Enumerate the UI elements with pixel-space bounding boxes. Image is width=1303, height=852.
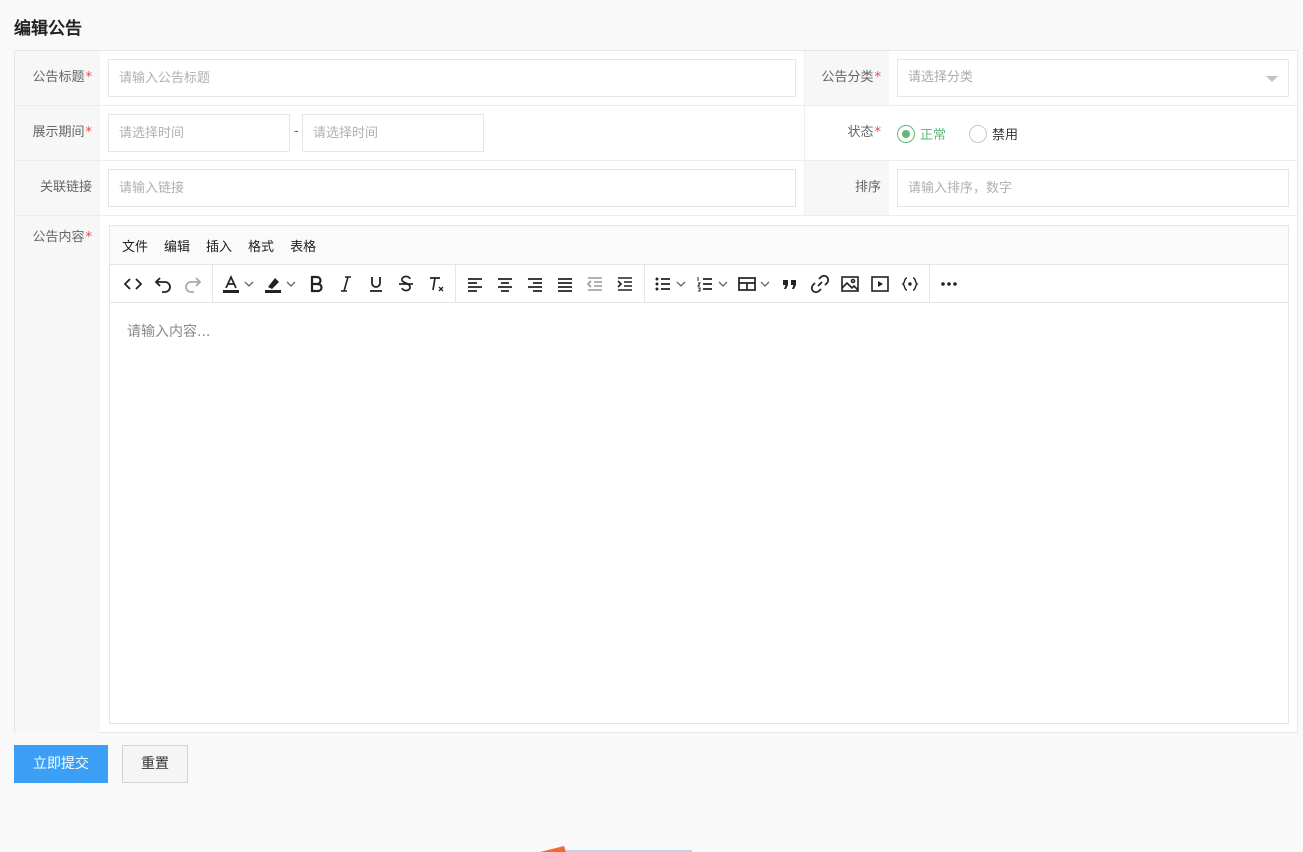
- form-row-link: 关联链接 排序: [15, 161, 1297, 216]
- menu-format[interactable]: 格式: [248, 236, 274, 255]
- highlight-icon[interactable]: [259, 269, 301, 299]
- template-icon[interactable]: [895, 269, 925, 299]
- editor-placeholder: 请输入内容...: [127, 324, 211, 340]
- italic-icon[interactable]: [331, 269, 361, 299]
- text-color-icon[interactable]: [217, 269, 259, 299]
- period-label: 展示期间*: [15, 106, 100, 160]
- code-icon[interactable]: [118, 269, 148, 299]
- sort-label: 排序: [804, 161, 889, 215]
- title-input[interactable]: [108, 59, 796, 97]
- editor-menubar: 文件 编辑 插入 格式 表格: [110, 226, 1288, 265]
- indent-icon[interactable]: [610, 269, 640, 299]
- category-select-value: 请选择分类: [908, 70, 974, 85]
- link-label: 关联链接: [15, 161, 100, 215]
- editor-toolbar: [110, 265, 1288, 303]
- menu-insert[interactable]: 插入: [206, 236, 232, 255]
- chevron-down-icon: [1266, 76, 1278, 82]
- editor-content-area[interactable]: 请输入内容...: [110, 303, 1288, 359]
- radio-checked-icon: [897, 124, 915, 143]
- reset-button[interactable]: 重置: [122, 745, 188, 783]
- redo-icon[interactable]: [178, 269, 208, 299]
- announcement-form: 公告标题* 公告分类* 请选择分类 展示期间* - 状态* 正常 禁用 关联链接…: [14, 50, 1298, 733]
- category-select[interactable]: 请选择分类: [897, 59, 1289, 97]
- underline-icon[interactable]: [361, 269, 391, 299]
- align-left-icon[interactable]: [460, 269, 490, 299]
- decoration-shape: [540, 846, 692, 852]
- undo-icon[interactable]: [148, 269, 178, 299]
- table-icon[interactable]: [733, 269, 775, 299]
- blockquote-icon[interactable]: [775, 269, 805, 299]
- image-icon[interactable]: [835, 269, 865, 299]
- link-input[interactable]: [108, 169, 796, 207]
- page-title: 编辑公告: [14, 19, 82, 39]
- clear-format-icon[interactable]: [421, 269, 451, 299]
- media-icon[interactable]: [865, 269, 895, 299]
- form-row-period: 展示期间* - 状态* 正常 禁用: [15, 106, 1297, 161]
- outdent-icon[interactable]: [580, 269, 610, 299]
- align-justify-icon[interactable]: [550, 269, 580, 299]
- period-start-input[interactable]: [108, 114, 290, 152]
- status-label: 状态*: [804, 106, 889, 160]
- status-radio-normal[interactable]: 正常: [897, 124, 946, 143]
- period-separator: -: [294, 124, 299, 139]
- title-label: 公告标题*: [15, 51, 100, 105]
- content-label: 公告内容*: [15, 216, 100, 733]
- bullet-list-icon[interactable]: [649, 269, 691, 299]
- more-icon[interactable]: [934, 269, 964, 299]
- numbered-list-icon[interactable]: [691, 269, 733, 299]
- link-icon[interactable]: [805, 269, 835, 299]
- submit-button[interactable]: 立即提交: [14, 745, 108, 783]
- status-radio-disabled[interactable]: 禁用: [969, 124, 1018, 143]
- align-right-icon[interactable]: [520, 269, 550, 299]
- bold-icon[interactable]: [301, 269, 331, 299]
- sort-input[interactable]: [897, 169, 1289, 207]
- period-end-input[interactable]: [302, 114, 484, 152]
- menu-table[interactable]: 表格: [290, 236, 316, 255]
- radio-unchecked-icon: [969, 124, 987, 143]
- menu-file[interactable]: 文件: [122, 236, 148, 255]
- category-label: 公告分类*: [804, 51, 889, 105]
- align-center-icon[interactable]: [490, 269, 520, 299]
- menu-edit[interactable]: 编辑: [164, 236, 190, 255]
- strikethrough-icon[interactable]: [391, 269, 421, 299]
- form-row-title: 公告标题* 公告分类* 请选择分类: [15, 51, 1297, 106]
- rich-text-editor: 文件 编辑 插入 格式 表格 请输入内容...: [109, 225, 1289, 724]
